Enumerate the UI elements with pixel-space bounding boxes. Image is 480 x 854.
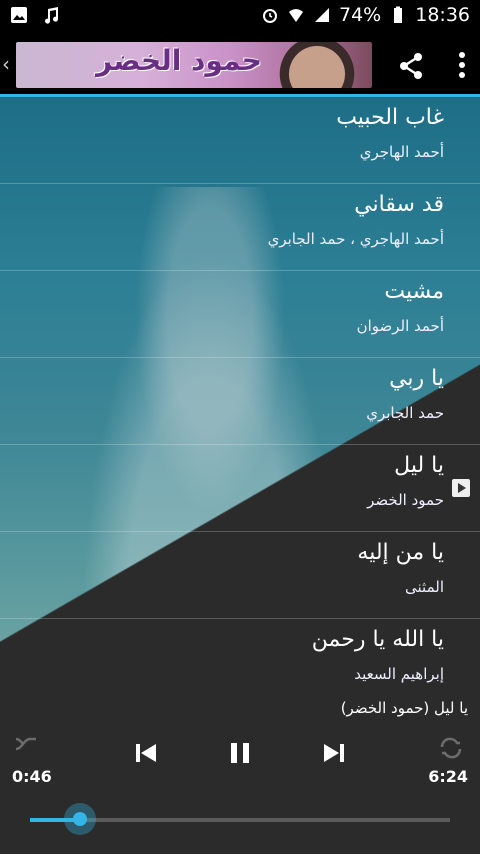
clock: 18:36: [415, 4, 470, 26]
app-bar: ‹ حمود الخضر: [0, 36, 480, 94]
song-row[interactable]: يا من إليه المثنى: [0, 532, 480, 619]
current-time: 0:46: [12, 767, 52, 786]
now-playing-label: يا ليل (حمود الخضر): [340, 699, 468, 717]
now-playing-indicator-icon: [452, 479, 470, 497]
share-icon[interactable]: [396, 50, 428, 82]
duration: 6:24: [428, 767, 468, 786]
song-title: غاب الحبيب: [336, 105, 444, 130]
song-title: يا ربي: [389, 366, 444, 391]
artist-photo: [272, 42, 362, 88]
song-title: يا من إليه: [357, 540, 444, 565]
song-row[interactable]: قد سقاني أحمد الهاجري ، حمد الجابري: [0, 184, 480, 271]
next-button[interactable]: [318, 737, 350, 769]
song-title: يا الله يا رحمن: [311, 627, 444, 652]
pause-button[interactable]: [224, 737, 256, 769]
gallery-notification-icon: [11, 7, 27, 23]
overflow-menu-icon[interactable]: [458, 50, 466, 80]
song-title: يا ليل: [394, 453, 444, 478]
seek-thumb[interactable]: [64, 803, 97, 835]
wifi-icon: [289, 9, 303, 22]
previous-button[interactable]: [130, 737, 162, 769]
signal-icon: [315, 8, 329, 22]
back-chevron-icon[interactable]: ‹: [2, 52, 10, 76]
shuffle-icon[interactable]: [14, 731, 40, 757]
song-artist: أحمد الرضوان: [356, 317, 444, 335]
repeat-icon[interactable]: [438, 735, 464, 761]
alarm-icon: [263, 9, 277, 23]
song-title: مشيت: [384, 279, 444, 304]
banner-title: حمود الخضر: [96, 44, 262, 77]
song-row[interactable]: يا ربي حمد الجابري: [0, 358, 480, 445]
player-controls: يا ليل (حمود الخضر) 0:46 6:24: [0, 697, 480, 854]
battery-icon: [394, 6, 403, 23]
song-row[interactable]: مشيت أحمد الرضوان: [0, 271, 480, 358]
song-row[interactable]: يا الله يا رحمن إبراهيم السعيد: [0, 619, 480, 697]
song-artist: حمد الجابري: [366, 404, 444, 422]
artist-banner: حمود الخضر: [16, 42, 372, 88]
song-artist: المثنى: [405, 578, 444, 596]
song-artist: إبراهيم السعيد: [354, 665, 444, 683]
song-artist: أحمد الهاجري: [359, 143, 444, 161]
playlist-area: غاب الحبيب أحمد الهاجري قد سقاني أحمد ال…: [0, 97, 480, 697]
song-list: غاب الحبيب أحمد الهاجري قد سقاني أحمد ال…: [0, 97, 480, 697]
battery-percent: 74%: [339, 4, 382, 26]
song-row[interactable]: غاب الحبيب أحمد الهاجري: [0, 97, 480, 184]
song-artist: أحمد الهاجري ، حمد الجابري: [267, 230, 444, 248]
status-bar: 74% 18:36: [0, 0, 480, 36]
song-artist: حمود الخضر: [367, 491, 444, 509]
song-row-playing[interactable]: يا ليل حمود الخضر: [0, 445, 480, 532]
music-notification-icon: [45, 7, 59, 24]
song-title: قد سقاني: [354, 192, 444, 217]
